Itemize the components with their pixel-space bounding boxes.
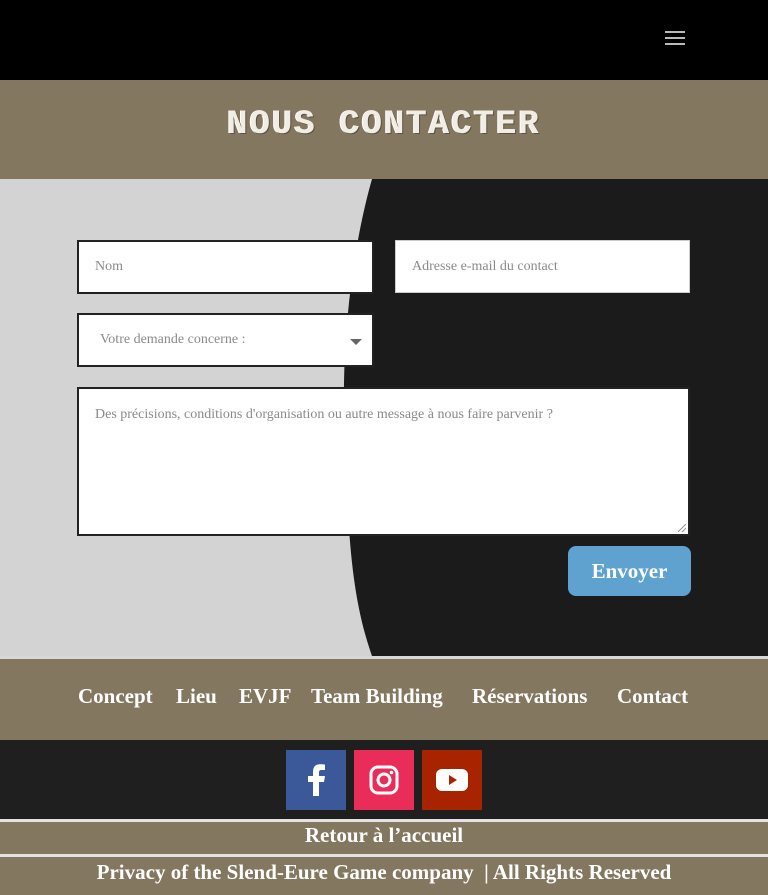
youtube-button[interactable] (422, 750, 482, 810)
hamburger-icon[interactable] (665, 31, 685, 47)
message-placeholder: Des précisions, conditions d'organisatio… (95, 407, 553, 422)
request-type-select[interactable]: Votre demande concerne : (77, 313, 374, 367)
email-input[interactable]: Adresse e-mail du contact (395, 240, 690, 293)
page-title: NOUS CONTACTER (227, 106, 541, 144)
name-input[interactable]: Nom (77, 240, 374, 294)
back-home-link[interactable]: Retour à l’accueil (0, 823, 768, 848)
nav-item-reservations[interactable]: Réservations (472, 684, 587, 709)
instagram-button[interactable] (354, 750, 414, 810)
instagram-icon (369, 765, 399, 795)
chevron-down-icon (350, 339, 362, 345)
name-placeholder: Nom (95, 259, 123, 274)
send-button[interactable]: Envoyer (568, 546, 691, 596)
select-value: Votre demande concerne : (100, 332, 246, 347)
nav-item-lieu[interactable]: Lieu (176, 684, 217, 709)
nav-item-concept[interactable]: Concept (78, 684, 153, 709)
nav-item-team-building[interactable]: Team Building (311, 684, 443, 709)
message-textarea[interactable]: Des précisions, conditions d'organisatio… (77, 387, 690, 536)
email-placeholder: Adresse e-mail du contact (412, 258, 558, 274)
top-bar (0, 0, 768, 80)
facebook-button[interactable] (286, 750, 346, 810)
facebook-icon (308, 764, 325, 796)
youtube-icon (436, 769, 468, 791)
nav-item-evjf[interactable]: EVJF (239, 684, 292, 709)
copyright-text: Privacy of the Slend-Eure Game company |… (96, 860, 672, 884)
resize-handle-icon[interactable] (678, 524, 686, 532)
nav-item-contact[interactable]: Contact (617, 684, 688, 709)
